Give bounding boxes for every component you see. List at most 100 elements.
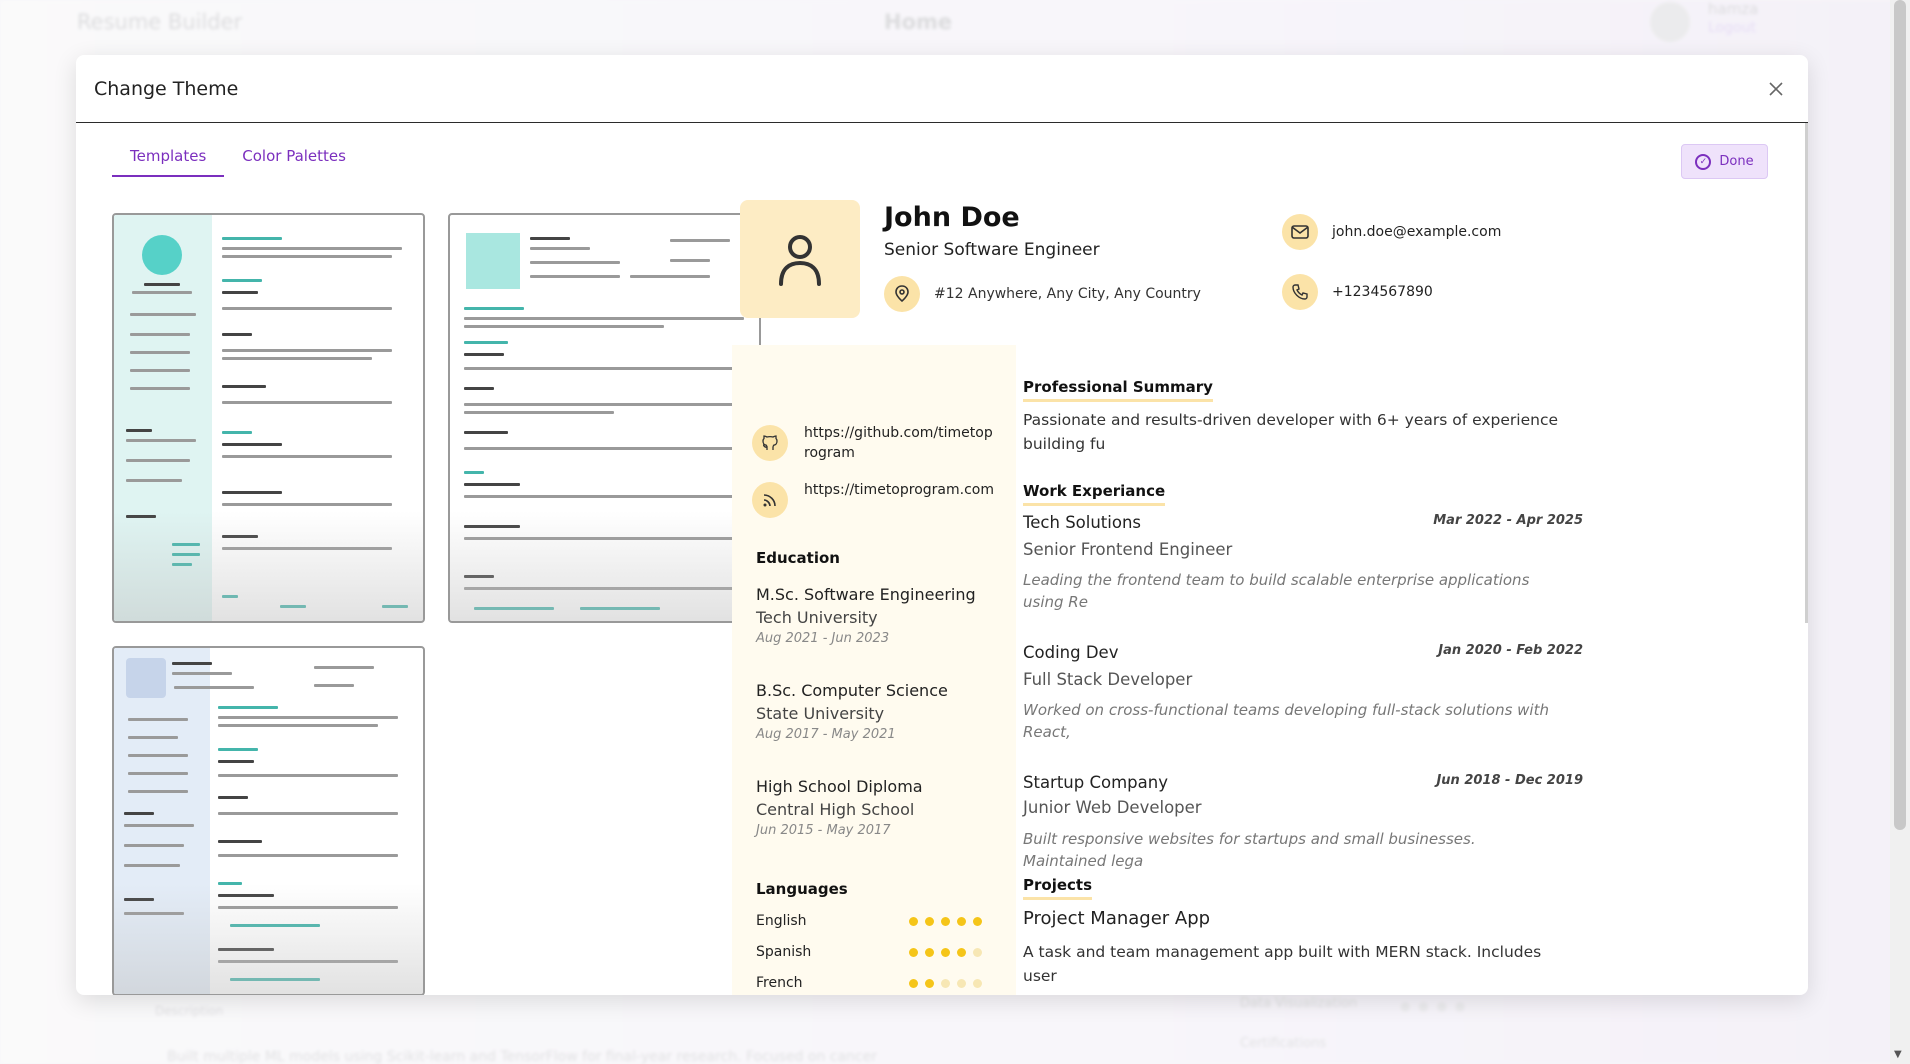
close-button[interactable] (1762, 75, 1790, 103)
rss-icon (752, 482, 788, 518)
template-text-line (218, 840, 262, 843)
template-text-line (130, 351, 190, 354)
page-scrollbar-thumb[interactable] (1894, 0, 1906, 830)
resume-name: John Doe (884, 202, 1020, 233)
template-text-line (464, 471, 484, 474)
education-dates: Aug 2021 - Jun 2023 (756, 631, 890, 646)
template-text-line (218, 760, 254, 763)
modal-scrollbar-thumb[interactable] (1805, 123, 1808, 623)
template-text-line (222, 443, 282, 446)
template-text-line (128, 754, 188, 757)
template-text-line (530, 237, 570, 240)
template-text-line (218, 854, 398, 857)
mail-icon (1282, 214, 1318, 250)
template-text-line (130, 313, 196, 316)
resume-address: #12 Anywhere, Any City, Any Country (884, 276, 1201, 312)
template-text-line (464, 483, 520, 486)
language-row: English (756, 913, 982, 929)
rating-dot (909, 947, 918, 957)
job-description: Built responsive websites for startups a… (1023, 830, 1476, 870)
education-degree: B.Sc. Computer Science (756, 681, 948, 700)
rating-dot (909, 916, 918, 926)
template-text-line (464, 431, 508, 434)
website-url: https://timetoprogram.com (804, 482, 994, 498)
github-link: https://github.com/timetop rogram (752, 423, 993, 463)
template-text-line (222, 349, 392, 352)
template-text-line (222, 357, 372, 360)
theme-tabs: Templates Color Palettes (112, 147, 364, 177)
template-avatar (126, 658, 166, 698)
github-url: https://github.com/timetop rogram (804, 425, 993, 461)
template-text-line (124, 864, 180, 867)
template-text-line (126, 479, 182, 482)
template-thumbnail-2[interactable] (448, 213, 761, 623)
template-text-line (222, 247, 402, 250)
language-name: English (756, 913, 807, 929)
template-fade (450, 511, 759, 621)
template-text-line (630, 275, 710, 278)
education-item: M.Sc. Software Engineering Tech Universi… (756, 585, 976, 646)
template-text-line (132, 291, 192, 294)
email-text: john.doe@example.com (1332, 224, 1502, 240)
template-text-line (464, 307, 524, 310)
template-fade (114, 511, 423, 621)
template-text-line (222, 333, 252, 336)
template-text-line (124, 812, 154, 815)
language-name: French (756, 975, 803, 991)
template-text-line (174, 686, 254, 689)
tab-templates[interactable]: Templates (112, 147, 225, 177)
language-name: Spanish (756, 944, 812, 960)
template-text-line (314, 684, 354, 687)
template-text-line (222, 291, 258, 294)
template-text-line (218, 724, 378, 727)
template-text-line (464, 447, 744, 450)
education-school: Central High School (756, 800, 915, 819)
resume-preview: John Doe Senior Software Engineer #12 An… (732, 200, 1780, 995)
education-item: B.Sc. Computer Science State University … (756, 681, 948, 742)
education-item: High School Diploma Central High School … (756, 777, 923, 838)
template-thumbnail-1[interactable] (112, 213, 425, 623)
project-name: Project Manager App (1023, 908, 1211, 929)
change-theme-modal: Change Theme Templates Color Palettes ✓ … (76, 55, 1808, 995)
template-text-line (172, 672, 232, 675)
template-text-line (130, 369, 190, 372)
template-text-line (530, 247, 590, 250)
template-text-line (222, 431, 252, 434)
template-text-line (464, 411, 614, 414)
job-dates: Jun 2018 - Dec 2019 (1436, 773, 1583, 788)
tab-color-palettes[interactable]: Color Palettes (224, 147, 364, 177)
template-text-line (222, 401, 392, 404)
template-text-line (464, 387, 494, 390)
template-text-line (124, 844, 184, 847)
summary-heading: Professional Summary (1023, 378, 1213, 402)
done-label: Done (1719, 154, 1754, 169)
template-text-line (222, 503, 392, 506)
education-dates: Jun 2015 - May 2017 (756, 823, 891, 838)
template-text-line (670, 259, 710, 262)
page-scrollbar[interactable]: ▼ (1890, 0, 1910, 1064)
scroll-down-icon[interactable]: ▼ (1894, 1049, 1902, 1060)
template-text-line (222, 455, 392, 458)
job-role: Junior Web Developer (1023, 798, 1202, 817)
work-heading: Work Experiance (1023, 482, 1166, 506)
education-degree: High School Diploma (756, 777, 923, 796)
template-text-line (218, 716, 398, 719)
template-text-line (222, 255, 392, 258)
template-avatar (142, 235, 182, 275)
template-text-line (222, 385, 266, 388)
template-text-line (222, 279, 262, 282)
job-role: Full Stack Developer (1023, 670, 1193, 689)
template-text-line (126, 429, 152, 432)
address-text: #12 Anywhere, Any City, Any Country (934, 286, 1201, 302)
language-rating (909, 975, 982, 991)
resume-sidebar: https://github.com/timetop rogram https:… (732, 345, 1016, 995)
job-company: Coding Dev (1023, 643, 1119, 662)
job-dates: Jan 2020 - Feb 2022 (1438, 643, 1583, 658)
done-button[interactable]: ✓ Done (1681, 144, 1768, 179)
template-text-line (130, 387, 190, 390)
template-avatar (466, 233, 520, 289)
modal-title: Change Theme (94, 77, 239, 100)
template-text-line (124, 824, 194, 827)
resume-email: john.doe@example.com (1282, 214, 1501, 250)
template-thumbnail-3[interactable] (112, 646, 425, 995)
